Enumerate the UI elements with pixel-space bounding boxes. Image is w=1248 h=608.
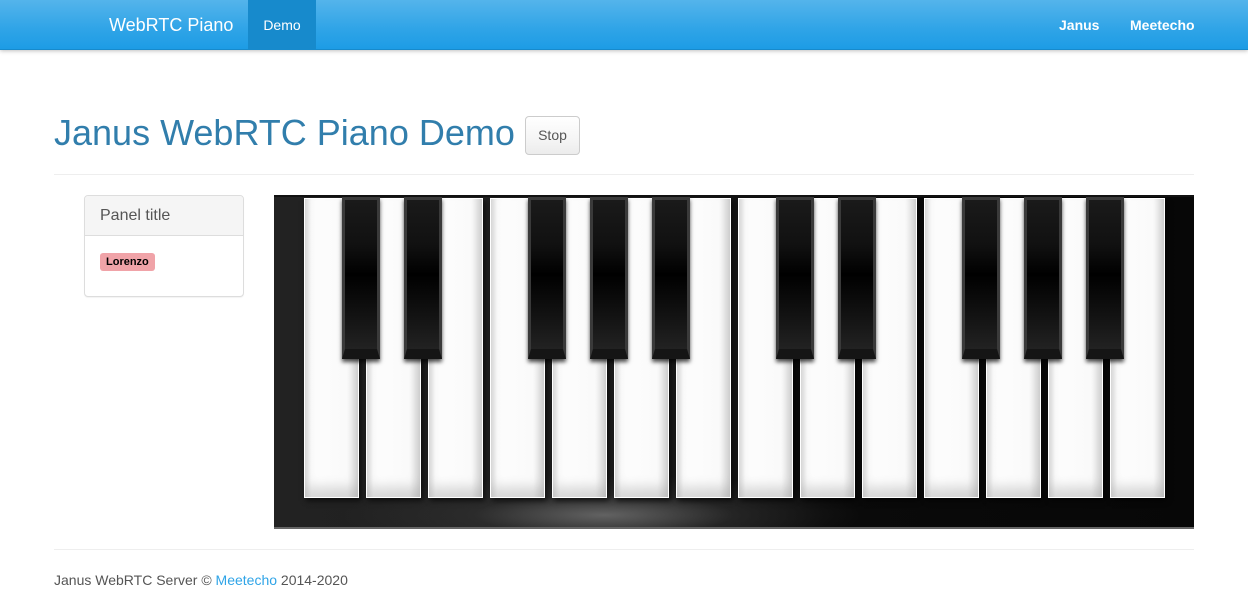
nav-item-janus[interactable]: Janus [1059,0,1099,50]
black-key-dsharp-1[interactable] [404,197,442,359]
stop-button[interactable]: Stop [525,116,580,155]
black-key-dsharp-2[interactable] [838,197,876,359]
nav-item-meetecho[interactable]: Meetecho [1130,0,1195,50]
panel-title: Panel title [85,196,243,236]
header-divider [54,174,1194,175]
footer-divider [54,549,1194,550]
footer: Janus WebRTC Server © Meetecho 2014-2020 [54,572,348,588]
black-key-fsharp-2[interactable] [962,197,1000,359]
nav-item-demo[interactable]: Demo [248,0,316,50]
black-key-gsharp-1[interactable] [590,197,628,359]
black-key-gsharp-2[interactable] [1024,197,1062,359]
black-key-csharp-1[interactable] [342,197,380,359]
brand-link[interactable]: WebRTC Piano [109,0,233,50]
navbar: WebRTC Piano Demo Janus Meetecho [0,0,1248,50]
black-key-fsharp-1[interactable] [528,197,566,359]
footer-years: 2014-2020 [280,572,348,588]
participants-panel: Panel title Lorenzo [84,195,244,297]
black-key-asharp-2[interactable] [1086,197,1124,359]
meetecho-link[interactable]: Meetecho [216,572,277,588]
black-key-asharp-1[interactable] [652,197,690,359]
participant-label: Lorenzo [100,253,155,271]
page-title: Janus WebRTC Piano Demo [54,112,515,153]
black-key-csharp-2[interactable] [776,197,814,359]
piano-keyboard [274,195,1194,529]
footer-prefix: Janus WebRTC Server © [54,572,212,588]
